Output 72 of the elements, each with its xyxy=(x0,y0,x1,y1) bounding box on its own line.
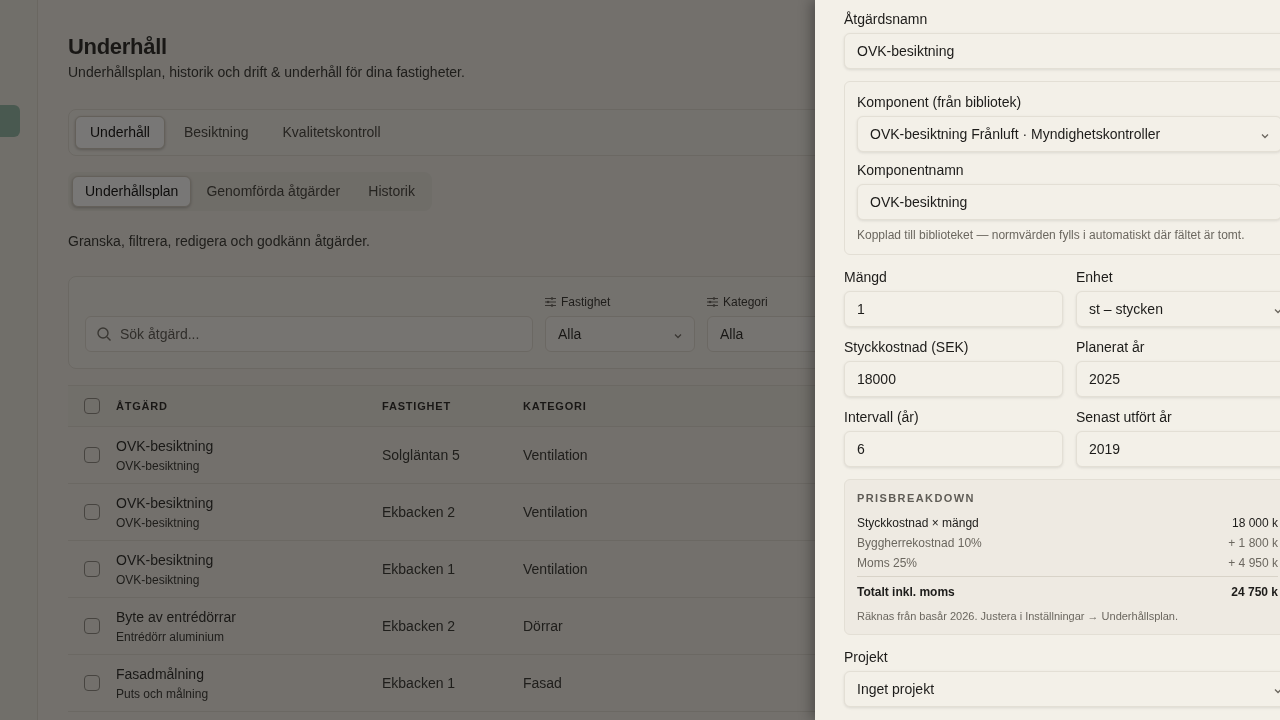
checkbox[interactable] xyxy=(84,561,100,578)
cost-label: Moms 25% xyxy=(857,554,918,572)
column-header: FASTIGHET xyxy=(382,399,452,415)
search-icon xyxy=(96,326,112,343)
filter-select[interactable]: Alla xyxy=(545,316,695,353)
cost-value: 24 750 k xyxy=(1231,583,1278,601)
field-label: Mängd xyxy=(844,268,888,287)
cost-value: 18 000 k xyxy=(1231,514,1278,532)
table-cell-text: Ventilation xyxy=(523,445,588,465)
sidebar-item[interactable] xyxy=(0,105,20,137)
field-label: Planerat år xyxy=(1076,338,1146,357)
checkbox[interactable] xyxy=(84,398,100,415)
table-cell-text: Ventilation xyxy=(523,559,588,579)
select-field[interactable]: Inget projekt xyxy=(844,671,1280,707)
component-name: OVK-besiktning xyxy=(116,571,201,589)
checkbox[interactable] xyxy=(84,504,100,521)
field-label: Senast utfört år xyxy=(1076,408,1173,427)
action-name: OVK-besiktning xyxy=(116,436,215,456)
column-header: ÅTGÄRD xyxy=(116,399,169,415)
select-field[interactable]: OVK-besiktning Frånluft · Myndighetskontroller xyxy=(857,116,1280,152)
action-name: Byte av entrédörrar xyxy=(116,607,237,627)
table-cell-text: Ventilation xyxy=(523,502,588,522)
input-field[interactable]: 6 xyxy=(844,431,1063,467)
input-field[interactable]: OVK-besiktning xyxy=(844,33,1280,69)
field-label: Åtgärdsnamn xyxy=(844,10,929,29)
table-cell-text: Ekbacken 1 xyxy=(382,559,457,579)
filter-label: Kategori xyxy=(723,294,768,312)
checkbox[interactable] xyxy=(84,447,100,464)
cost-label: Byggherrekostnad 10% xyxy=(857,534,982,552)
cost-value: + 1 800 k xyxy=(1228,534,1278,552)
input-field[interactable]: 18000 xyxy=(844,361,1063,397)
field-label: Projekt xyxy=(844,648,889,667)
description-text: Granska, filtrera, redigera och godkänn åtgärder. xyxy=(68,232,370,252)
input-field[interactable]: 2025 xyxy=(1076,361,1280,397)
note-text: Räknas från basår 2026. Justera i Inställningar → Underhållsplan. xyxy=(857,608,1179,624)
tab[interactable]: Underhåll xyxy=(75,116,165,150)
hint-text: Kopplad till biblioteket — normvärden fylls i automatiskt där fältet är tomt. xyxy=(857,227,1246,244)
action-name: OVK-besiktning xyxy=(116,550,215,570)
field-label: Komponent (från bibliotek) xyxy=(857,93,1023,112)
input-field[interactable]: OVK-besiktning xyxy=(857,184,1280,220)
page-title: Underhåll xyxy=(68,34,167,61)
input-field[interactable]: 1 xyxy=(844,291,1063,327)
cost-label: Totalt inkl. moms xyxy=(857,583,955,601)
input-field[interactable]: 2019 xyxy=(1076,431,1280,467)
component-name: OVK-besiktning xyxy=(116,457,201,475)
table-cell-text: Ekbacken 1 xyxy=(382,673,457,693)
action-name: Fasadmålning xyxy=(116,664,205,684)
cost-value: + 4 950 k xyxy=(1228,554,1278,572)
select-field[interactable]: st – stycken xyxy=(1076,291,1280,327)
section-heading: PRISBREAKDOWN xyxy=(857,491,976,506)
action-name: OVK-besiktning xyxy=(116,493,215,513)
checkbox[interactable] xyxy=(84,618,100,635)
field-label: Intervall (år) xyxy=(844,408,920,427)
table-cell-text: Solgläntan 5 xyxy=(382,445,461,465)
search-field[interactable]: Sök åtgärd... xyxy=(85,316,533,353)
filter-label: Fastighet xyxy=(561,294,611,312)
page-subtitle: Underhållsplan, historik och drift & underhåll för dina fastigheter. xyxy=(68,63,465,83)
table-cell-text: Ekbacken 2 xyxy=(382,502,457,522)
table-cell-text: Fasad xyxy=(523,673,562,693)
component-name: Puts och målning xyxy=(116,685,210,703)
filter-icon xyxy=(545,297,556,308)
checkbox[interactable] xyxy=(84,675,100,692)
column-header: KATEGORI xyxy=(523,399,587,415)
subtab[interactable]: Underhållsplan xyxy=(72,176,192,208)
cost-label: Styckkostnad × mängd xyxy=(857,514,979,532)
table-cell-text: Ekbacken 2 xyxy=(382,616,457,636)
field-label: Enhet xyxy=(1076,268,1114,287)
field-label: Komponentnamn xyxy=(857,161,965,180)
table-cell-text: Dörrar xyxy=(523,616,563,636)
component-name: Entrédörr aluminium xyxy=(116,628,226,646)
filter-icon xyxy=(707,297,718,308)
component-name: OVK-besiktning xyxy=(116,514,201,532)
